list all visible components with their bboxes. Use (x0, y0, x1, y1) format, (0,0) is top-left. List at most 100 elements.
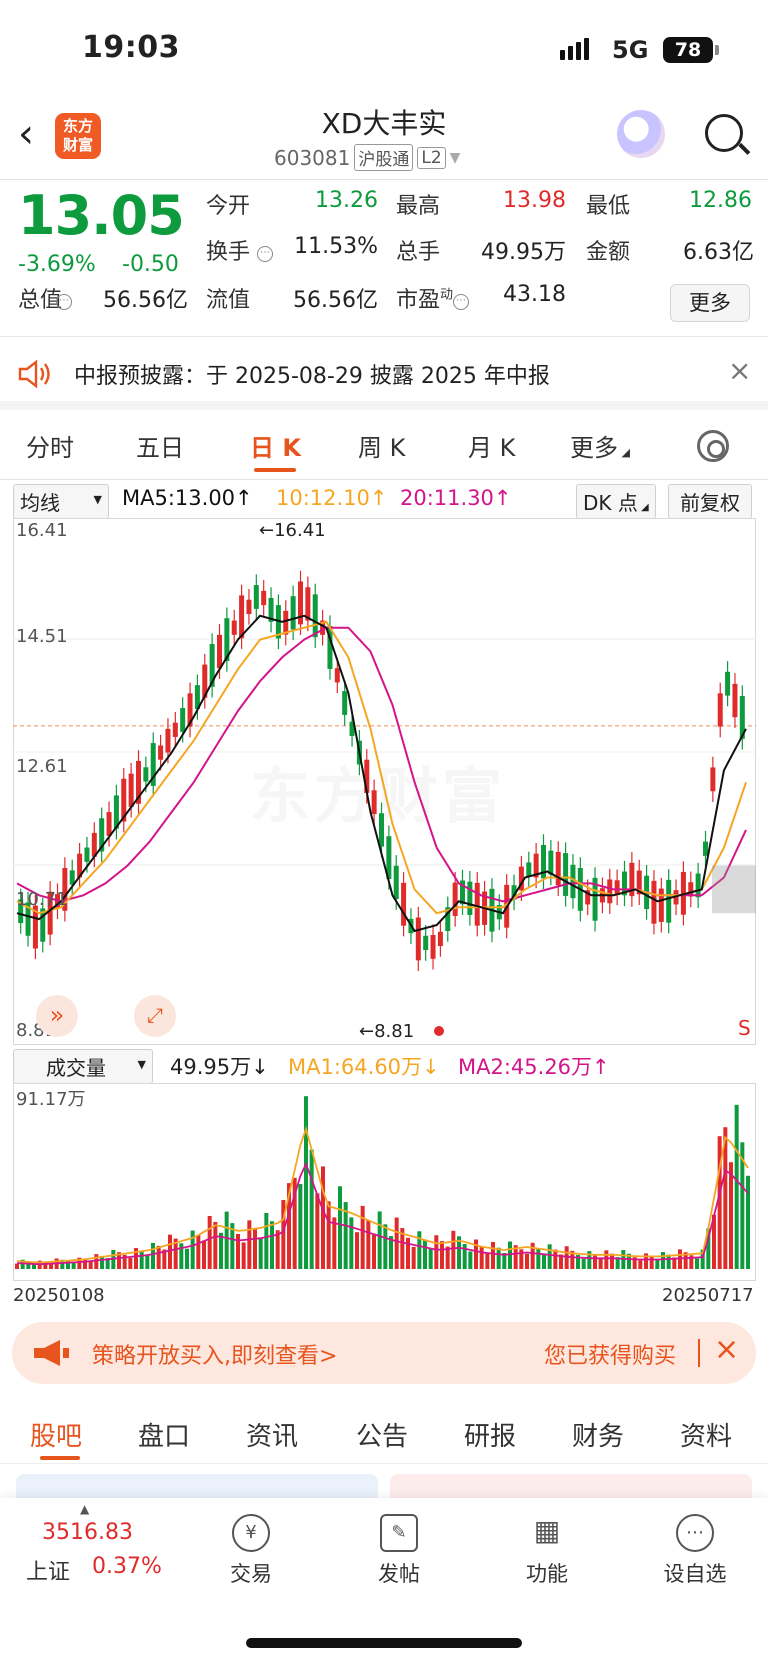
signal-s-label[interactable]: S (738, 1016, 751, 1040)
volume-bar (428, 1248, 433, 1269)
fast-forward-icon[interactable]: » (36, 995, 78, 1037)
tab-announcements[interactable]: 公告 (356, 1416, 408, 1453)
more-button[interactable]: 更多 (670, 284, 750, 322)
volume-indicator-select[interactable]: 成交量 ▼ (13, 1049, 153, 1084)
volume-bar (610, 1253, 614, 1269)
info-icon[interactable]: ⋯ (453, 294, 470, 310)
float-value: 56.56亿 (293, 288, 378, 313)
tab-news[interactable]: 资讯 (246, 1416, 298, 1453)
adjust-button[interactable]: 前复权 (668, 484, 752, 519)
more-dots-icon: ⋯ (676, 1514, 714, 1552)
promo-left-text: 策略开放买入,即刻查看> (92, 1344, 338, 1369)
assistant-robot-icon[interactable] (617, 110, 665, 158)
candle (312, 594, 318, 638)
tab-profile[interactable]: 资料 (680, 1416, 732, 1453)
candle (415, 917, 421, 961)
candle (231, 620, 237, 635)
disclosure-notice[interactable]: 中报预披露：于 2025-08-29 披露 2025 年中报 × (0, 338, 768, 410)
y-label-max: 16.41 (16, 520, 68, 541)
tab-orderbook[interactable]: 盘口 (138, 1416, 190, 1453)
candle (334, 668, 340, 683)
volume-value: 49.95万 (481, 240, 566, 265)
volume-bar (349, 1217, 354, 1269)
event-dot[interactable] (434, 1026, 444, 1036)
gear-icon[interactable] (697, 430, 729, 462)
volume-bar (196, 1235, 201, 1269)
tab-finance[interactable]: 财务 (572, 1416, 624, 1453)
y-label-2: 14.51 (16, 626, 68, 647)
turnover-value: 11.53% (294, 234, 378, 259)
volume-bar (355, 1232, 359, 1269)
mktcap-value: 56.56亿 (103, 288, 188, 313)
candle (253, 585, 259, 609)
volume-bar (236, 1233, 240, 1269)
y-label-4: 10.71 (16, 889, 68, 910)
volume-bar (139, 1251, 144, 1269)
candle (614, 880, 620, 895)
strategy-promo-banner[interactable]: 策略开放买入,即刻查看> 您已获得购买 × (12, 1322, 756, 1384)
active-tab-indicator (254, 468, 296, 472)
megaphone-icon (34, 1340, 69, 1366)
stock-code-row[interactable]: 603081 沪股通 L2 ▼ (274, 144, 460, 171)
current-price: 13.05 (18, 184, 185, 247)
divider (698, 1339, 700, 1367)
tab-monthly-k[interactable]: 月 K (468, 428, 515, 463)
pe-label: 市盈动 ⋯ (396, 282, 470, 314)
volume-bar (451, 1230, 456, 1269)
volume-ma2-line (16, 1161, 749, 1266)
change-value: -0.50 (122, 252, 179, 277)
tab-weekly-k[interactable]: 周 K (358, 428, 405, 463)
trade-button[interactable]: ¥ 交易 (196, 1514, 306, 1588)
index-value[interactable]: 3516.83 (42, 1520, 133, 1545)
clock: 19:03 (82, 30, 180, 65)
chevron-down-icon: ▼ (449, 149, 461, 166)
volume-bar (372, 1233, 376, 1269)
volume-bar (593, 1254, 597, 1269)
index-name: 上证 (26, 1560, 71, 1585)
volume-bar (525, 1253, 529, 1269)
volume-bar (638, 1260, 643, 1269)
indicator-select[interactable]: 均线 ▼ (13, 484, 109, 519)
candle (261, 590, 267, 606)
tab-research[interactable]: 研报 (464, 1416, 516, 1453)
post-button[interactable]: ✎ 发帖 (344, 1514, 454, 1588)
notice-text: 中报预披露：于 2025-08-29 披露 2025 年中报 (74, 364, 550, 389)
candle (143, 767, 149, 782)
function-button[interactable]: ▦ 功能 (492, 1514, 602, 1588)
highlight-range (712, 865, 756, 914)
tab-more[interactable]: 更多 ◢ (570, 428, 630, 463)
volume-bar (479, 1246, 484, 1269)
volume-bar (224, 1211, 229, 1269)
volume-bar (207, 1215, 212, 1269)
search-icon[interactable] (705, 114, 743, 152)
close-icon[interactable]: × (728, 354, 751, 387)
level-tag: L2 (417, 146, 446, 169)
kline-chart[interactable] (13, 518, 756, 1045)
add-watchlist-button[interactable]: ⋯ 设自选 (640, 1514, 750, 1588)
volume-bar (491, 1242, 495, 1269)
volume-bar (377, 1211, 382, 1269)
volume-bar (581, 1258, 586, 1269)
info-icon[interactable]: ⋯ (257, 246, 274, 262)
dk-point-button[interactable]: DK 点 ◢ (576, 484, 656, 519)
volume-bar (168, 1234, 172, 1269)
volume-bar (185, 1248, 189, 1269)
yen-exchange-icon: ¥ (232, 1514, 270, 1552)
tab-five-day[interactable]: 五日 (136, 428, 184, 463)
tab-intraday[interactable]: 分时 (26, 428, 74, 463)
volume-bar (423, 1240, 427, 1269)
volume-chart[interactable] (13, 1083, 756, 1281)
promo-close-icon[interactable]: × (714, 1332, 739, 1367)
volume-max-label: 91.17万 (16, 1089, 86, 1110)
volume-bar (411, 1246, 416, 1269)
ma5-value: MA5:13.00↑ (122, 486, 253, 510)
chevron-up-icon[interactable]: ▲ (80, 1502, 89, 1516)
home-indicator (246, 1638, 522, 1648)
info-icon[interactable]: ⋯ (56, 294, 73, 310)
expand-icon[interactable]: ⤢ (134, 995, 176, 1037)
tab-daily-k[interactable]: 日 K (250, 428, 301, 463)
tab-forum[interactable]: 股吧 (30, 1416, 82, 1453)
volume-bar (598, 1258, 603, 1269)
volume-bar (88, 1260, 93, 1269)
volume-bar (94, 1254, 99, 1269)
